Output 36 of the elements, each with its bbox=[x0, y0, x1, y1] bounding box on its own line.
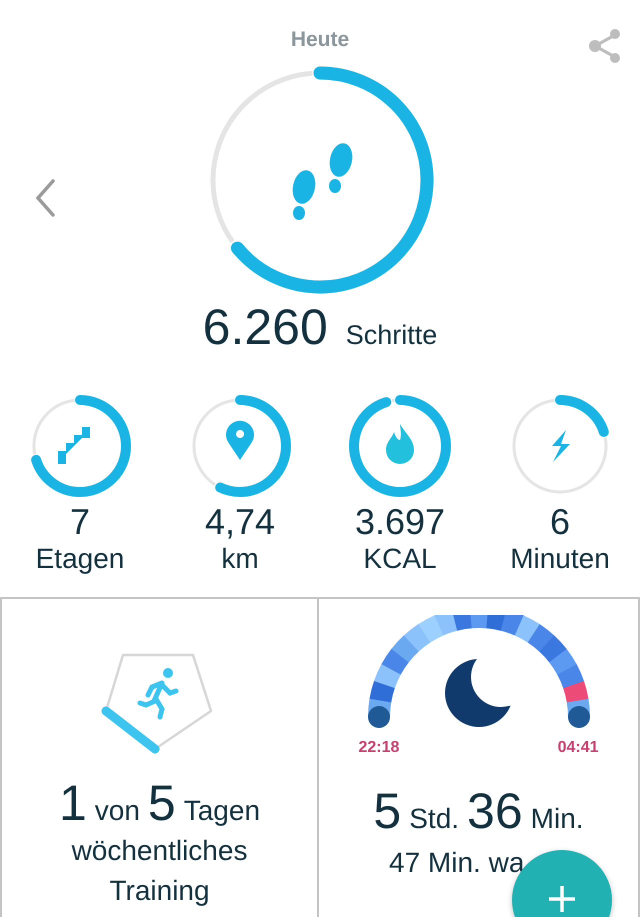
back-button[interactable] bbox=[35, 179, 55, 217]
exercise-unit: Tagen bbox=[184, 795, 260, 827]
awake-time: 47 Min. wa bbox=[388, 846, 524, 880]
moon-icon bbox=[444, 659, 512, 727]
stat-value: 6 bbox=[550, 502, 570, 542]
sleep-hours: 5 bbox=[373, 783, 402, 839]
flame-icon bbox=[386, 424, 414, 464]
sleep-minutes: 36 bbox=[467, 783, 523, 839]
stairs-icon bbox=[58, 427, 90, 464]
footprints-icon bbox=[292, 143, 352, 220]
sleep-end-time: 04:41 bbox=[558, 739, 598, 757]
exercise-progress-segment bbox=[101, 706, 159, 754]
location-pin-icon bbox=[226, 420, 254, 460]
stat-label: Minuten bbox=[510, 542, 610, 576]
share-button[interactable] bbox=[588, 28, 622, 64]
exercise-of-text: von bbox=[94, 795, 140, 827]
stat-value: 4,74 bbox=[204, 502, 276, 542]
runner-icon bbox=[137, 668, 178, 720]
minutes-unit: Min. bbox=[530, 803, 584, 835]
chevron-left-icon bbox=[36, 179, 55, 217]
exercise-days-count: 1 bbox=[58, 775, 87, 831]
stat-label: KCAL bbox=[363, 542, 437, 576]
plus-icon bbox=[547, 884, 577, 914]
exercise-label: wöchentliches Training bbox=[70, 834, 248, 908]
share-icon bbox=[589, 29, 620, 63]
exercise-goal: 5 bbox=[148, 775, 176, 831]
stat-value: 3.697 bbox=[354, 502, 446, 542]
stat-label: km bbox=[221, 542, 259, 576]
hours-unit: Std. bbox=[409, 803, 460, 835]
sleep-start-time: 22:18 bbox=[358, 739, 400, 757]
steps-unit: Schritte bbox=[346, 320, 438, 351]
steps-count: 6.260 bbox=[202, 298, 328, 356]
lightning-bolt-icon bbox=[552, 430, 570, 462]
stat-label: Etagen bbox=[36, 542, 124, 576]
stat-value: 7 bbox=[70, 502, 90, 542]
day-title: Heute bbox=[290, 27, 350, 53]
